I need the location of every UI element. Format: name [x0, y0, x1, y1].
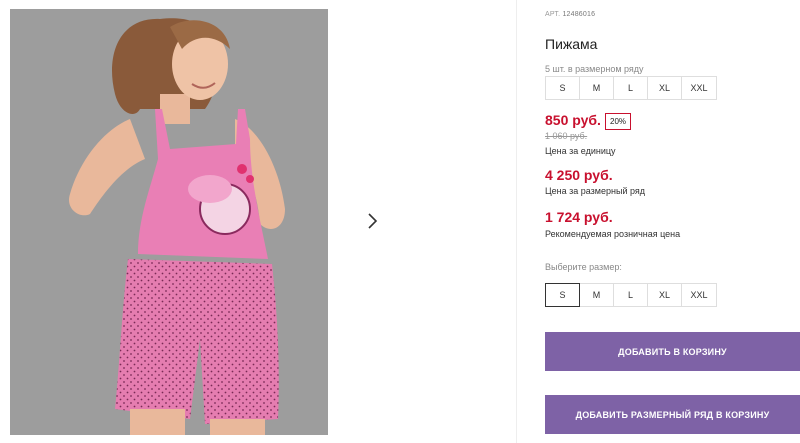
chevron-right-icon — [367, 213, 377, 229]
choose-size-label: Выберите размер: — [545, 262, 622, 272]
size-option-m[interactable]: M — [579, 283, 614, 307]
article-number: АРТ. 12486016 — [545, 11, 595, 18]
size-option-xxl[interactable]: XXL — [681, 283, 717, 307]
pack-note: 5 шт. в размерном ряду — [545, 64, 644, 74]
size-option-l[interactable]: L — [613, 283, 648, 307]
pack-size: L — [613, 76, 648, 100]
size-option-s[interactable]: S — [545, 283, 580, 307]
retail-price-caption: Рекомендуемая розничная цена — [545, 229, 681, 239]
pack-size-list: S M L XL XXL — [545, 76, 717, 100]
retail-price: 1 724 руб. — [545, 209, 613, 225]
pack-size: XXL — [681, 76, 717, 100]
product-title: Пижама — [545, 36, 598, 52]
old-price: 1 060 руб. — [545, 131, 588, 141]
pack-price-caption: Цена за размерный ряд — [545, 186, 646, 196]
divider — [516, 0, 517, 443]
product-photo[interactable] — [10, 9, 328, 435]
pack-price: 4 250 руб. — [545, 167, 613, 183]
size-option-xl[interactable]: XL — [647, 283, 682, 307]
unit-price-caption: Цена за единицу — [545, 146, 616, 156]
product-gallery — [0, 0, 520, 443]
pack-size: S — [545, 76, 580, 100]
product-info: АРТ. 12486016 Пижама 5 шт. в размерном р… — [545, 0, 800, 443]
unit-price: 850 руб. — [545, 112, 601, 128]
add-to-cart-button[interactable]: ДОБАВИТЬ В КОРЗИНУ — [545, 332, 800, 371]
pack-size: XL — [647, 76, 682, 100]
article-label: АРТ. — [545, 11, 561, 18]
add-pack-to-cart-button[interactable]: ДОБАВИТЬ РАЗМЕРНЫЙ РЯД В КОРЗИНУ — [545, 395, 800, 434]
pack-size: M — [579, 76, 614, 100]
discount-badge: 20% — [605, 113, 632, 130]
size-selector: S M L XL XXL — [545, 283, 717, 307]
article-value: 12486016 — [562, 11, 596, 18]
gallery-next-button[interactable] — [352, 201, 391, 241]
